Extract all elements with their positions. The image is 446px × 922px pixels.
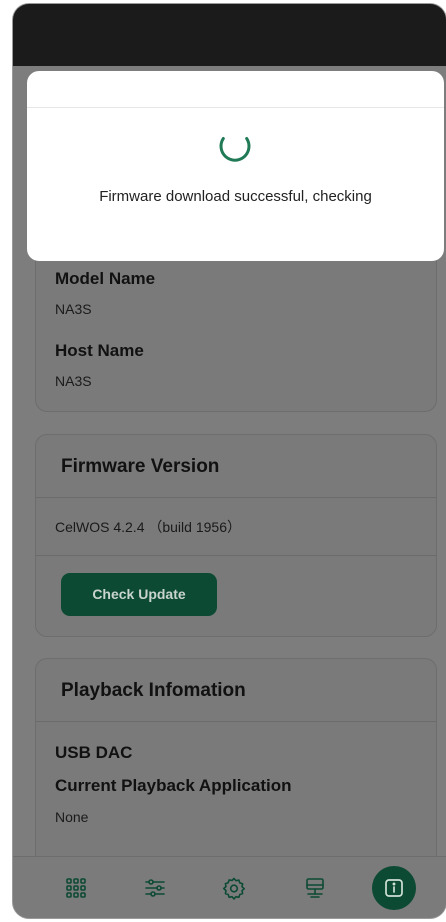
dialog-header-divider: [27, 107, 444, 108]
nav-network[interactable]: [297, 870, 333, 906]
loading-dialog: Firmware download successful, checking: [27, 71, 444, 261]
nav-settings-sliders[interactable]: [137, 870, 173, 906]
model-name-label: Model Name: [55, 269, 156, 288]
current-playback-app-label: Current Playback Application: [55, 776, 292, 795]
firmware-divider: [36, 555, 436, 556]
model-name-value: NA3S: [55, 301, 92, 317]
gear-icon: [223, 877, 245, 900]
nav-gear[interactable]: [216, 870, 252, 906]
loading-spinner-icon: [219, 137, 251, 162]
host-name-label: Host Name: [55, 341, 144, 360]
firmware-title: Firmware Version: [61, 456, 220, 477]
playback-card: Playback Infomation USB DAC Current Play…: [35, 658, 437, 859]
usb-dac-label: USB DAC: [55, 743, 133, 762]
info-icon: [385, 879, 403, 897]
firmware-card: Firmware Version CelWOS 4.2.4 （build 195…: [35, 434, 437, 637]
current-playback-app-value: None: [55, 809, 89, 825]
nav-grid[interactable]: [58, 870, 94, 906]
playback-card-header: Playback Infomation: [36, 659, 436, 722]
playback-title: Playback Infomation: [61, 680, 246, 701]
sliders-icon: [145, 879, 165, 897]
dialog-message: Firmware download successful, checking: [99, 188, 372, 205]
host-name-value: NA3S: [55, 373, 92, 389]
check-update-button[interactable]: Check Update: [61, 573, 217, 616]
bottom-nav: [13, 856, 446, 918]
firmware-card-header: Firmware Version: [36, 435, 436, 498]
top-bar: [13, 4, 446, 66]
grid-icon: [66, 878, 86, 898]
nav-info[interactable]: [372, 866, 416, 910]
network-icon: [306, 878, 324, 898]
firmware-version-value: CelWOS 4.2.4 （build 1956）: [55, 519, 241, 535]
